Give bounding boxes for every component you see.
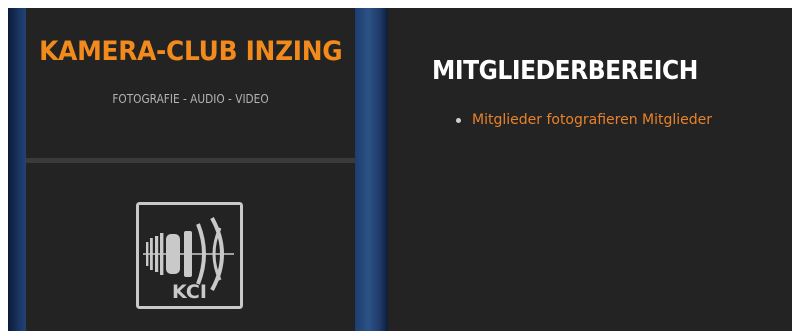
side-decor-strip-right [355,8,388,331]
members-link-list: Mitglieder fotografieren Mitglieder [456,112,712,128]
sidebar: KAMERA-CLUB INZING FOTOGRAFIE - AUDIO - … [26,8,355,331]
page: KAMERA-CLUB INZING FOTOGRAFIE - AUDIO - … [0,0,800,331]
list-item: Mitglieder fotografieren Mitglieder [456,112,712,128]
sidebar-divider [26,158,355,163]
page-title: MITGLIEDERBEREICH [432,56,698,86]
site-tagline: FOTOGRAFIE - AUDIO - VIDEO [112,92,269,106]
logo-text: KCI [172,281,207,303]
bullet-icon [456,117,461,123]
main-content: MITGLIEDERBEREICH Mitglieder fotografier… [388,8,792,331]
camera-lens-icon[interactable]: KCI [136,202,243,309]
members-photograph-members-link[interactable]: Mitglieder fotografieren Mitglieder [472,112,712,128]
site-title[interactable]: KAMERA-CLUB INZING [39,36,343,67]
